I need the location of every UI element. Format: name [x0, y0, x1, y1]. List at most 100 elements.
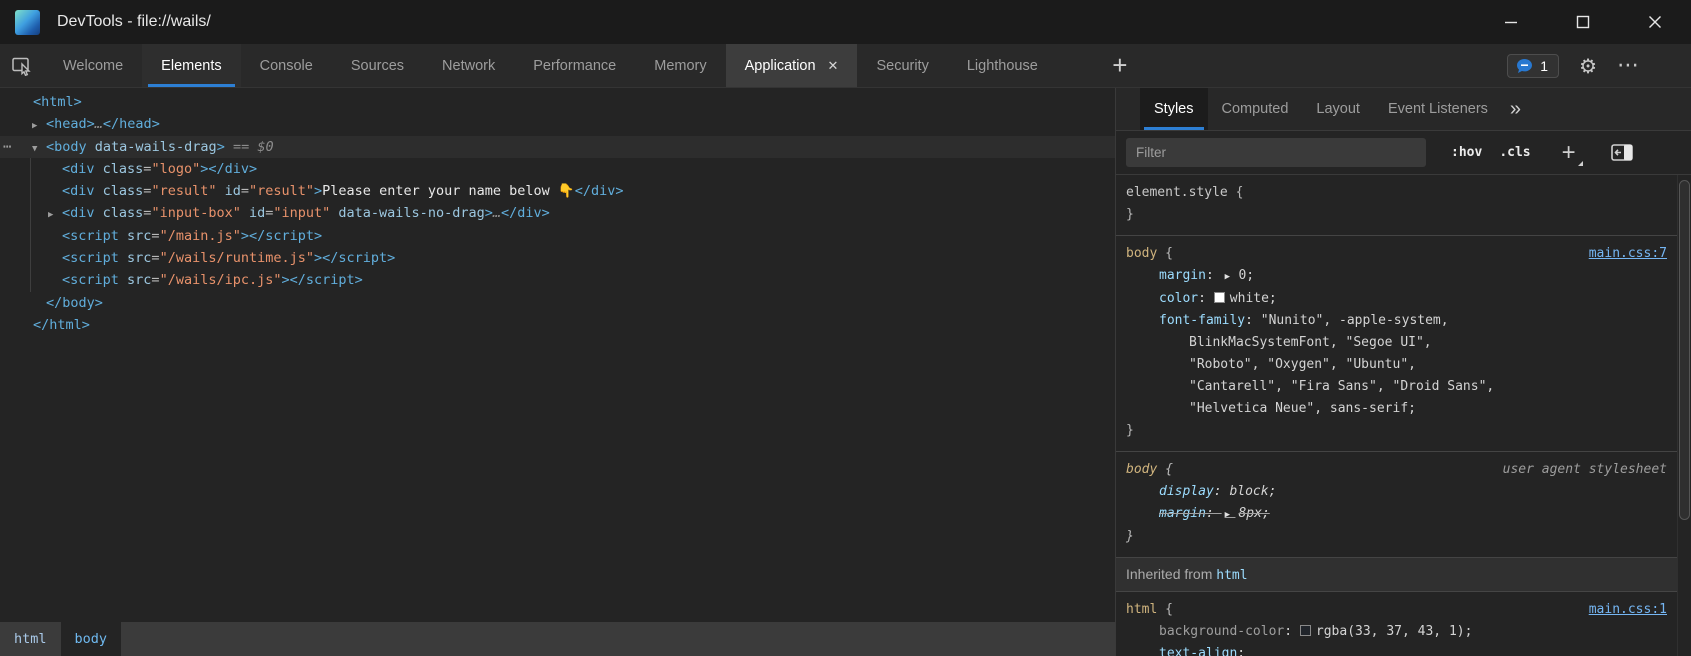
tab-memory[interactable]: Memory — [635, 44, 725, 87]
code-token: </div> — [501, 205, 550, 221]
main-area: <html>▶<head>…</head>⋯▼<body data-wails-… — [0, 88, 1691, 656]
expander-closed-icon[interactable]: ▶ — [32, 115, 46, 137]
sidebar-tab-computed[interactable]: Computed — [1208, 88, 1303, 130]
css-declaration[interactable]: margin: ▶ 0; — [1126, 265, 1667, 288]
css-property-value: rgba(33, 37, 43, 1); — [1316, 624, 1473, 639]
shorthand-expander-icon[interactable]: ▶ — [1222, 272, 1239, 282]
sidebar-tab-layout[interactable]: Layout — [1302, 88, 1374, 130]
tab-network[interactable]: Network — [423, 44, 514, 87]
color-swatch[interactable] — [1214, 292, 1225, 303]
sidebar-tab-event-listeners[interactable]: Event Listeners — [1374, 88, 1502, 130]
computed-sidebar-toggle-button[interactable] — [1611, 144, 1633, 161]
tab-sources[interactable]: Sources — [332, 44, 423, 87]
code-token: = — [151, 272, 159, 288]
style-filter-input[interactable] — [1126, 138, 1426, 167]
close-icon — [1648, 15, 1662, 29]
maximize-button[interactable] — [1547, 0, 1619, 44]
dom-tree-row[interactable]: <div class="logo"></div> — [0, 158, 1115, 180]
expander-closed-icon[interactable]: ▶ — [48, 204, 62, 226]
customize-menu-button[interactable]: ⋯ — [1617, 55, 1639, 77]
dom-tree-row[interactable]: <script src="/wails/runtime.js"></script… — [0, 247, 1115, 269]
css-declaration[interactable]: color: white; — [1126, 288, 1667, 310]
rule-selector: body — [1126, 246, 1157, 261]
rule-selector-row[interactable]: html {main.css:1 — [1126, 599, 1667, 621]
dom-tree-row[interactable]: <script src="/main.js"></script> — [0, 225, 1115, 247]
copilot-notification-badge[interactable]: 1 — [1507, 54, 1559, 78]
css-declaration[interactable]: font-family: "Nunito", -apple-system, — [1126, 310, 1667, 332]
styles-tab-bar: StylesComputedLayoutEvent Listeners » — [1116, 88, 1691, 131]
inherited-node-link[interactable]: html — [1216, 568, 1247, 583]
code-token: </div> — [575, 183, 624, 199]
code-token: class — [95, 183, 144, 199]
style-rule: element.style {} — [1116, 175, 1677, 236]
shorthand-expander-icon[interactable]: ▶ — [1222, 510, 1239, 520]
tab-welcome[interactable]: Welcome — [44, 44, 142, 87]
code-token: </head> — [103, 116, 160, 132]
tab-lighthouse[interactable]: Lighthouse — [948, 44, 1057, 87]
toolbar-right: 1 ⚙ ⋯ — [1507, 44, 1691, 87]
tab-elements[interactable]: Elements — [142, 44, 240, 87]
dom-tree-row[interactable]: ▶<div class="input-box" id="input" data-… — [0, 202, 1115, 224]
css-declaration[interactable]: background-color: rgba(33, 37, 43, 1); — [1126, 621, 1667, 643]
css-property-value: 8px; — [1238, 506, 1269, 521]
code-token: "result" — [249, 183, 314, 199]
css-declaration[interactable]: text-align: — [1126, 643, 1667, 656]
rule-selector-row[interactable]: body { main.css:7 — [1126, 243, 1667, 265]
expander-open-icon[interactable]: ▼ — [32, 138, 46, 160]
css-property-name: margin — [1159, 268, 1206, 283]
tab-performance[interactable]: Performance — [514, 44, 635, 87]
tab-console[interactable]: Console — [241, 44, 332, 87]
css-value-wrap-line: "Helvetica Neue", sans-serif; — [1126, 398, 1667, 420]
dom-tree-row[interactable]: </html> — [0, 314, 1115, 336]
new-style-rule-button[interactable]: + — [1562, 141, 1576, 165]
color-swatch[interactable] — [1300, 625, 1311, 636]
styles-scrollbar[interactable] — [1677, 175, 1691, 656]
css-value-wrap-line: "Cantarell", "Fira Sans", "Droid Sans", — [1126, 376, 1667, 398]
dom-tree-row[interactable]: ▶<head>…</head> — [0, 113, 1115, 135]
tab-close-icon[interactable]: ✕ — [828, 58, 839, 74]
code-token: id — [241, 205, 265, 221]
dom-tree-row[interactable]: <html> — [0, 91, 1115, 113]
rule-selector-row[interactable]: element.style { — [1126, 182, 1667, 204]
code-token: class — [95, 205, 144, 221]
code-token: <html> — [33, 94, 82, 110]
tab-security[interactable]: Security — [857, 44, 947, 87]
breadcrumb-html[interactable]: html — [0, 622, 61, 656]
settings-button[interactable]: ⚙ — [1579, 56, 1597, 76]
code-token: <div — [62, 161, 95, 177]
minimize-button[interactable] — [1475, 0, 1547, 44]
dom-tree-row[interactable]: </body> — [0, 292, 1115, 314]
devtools-app-icon — [15, 10, 40, 35]
close-button[interactable] — [1619, 0, 1691, 44]
css-declaration[interactable]: display: block; — [1126, 481, 1667, 503]
dom-tree-row[interactable]: <div class="result" id="result">Please e… — [0, 180, 1115, 202]
more-tools-button[interactable]: + — [1097, 44, 1143, 87]
breadcrumb-body[interactable]: body — [61, 622, 122, 656]
code-token: class — [95, 161, 144, 177]
colon: : — [1237, 646, 1253, 656]
tab-label: Welcome — [63, 58, 123, 74]
dom-tree-row[interactable]: <script src="/wails/ipc.js"></script> — [0, 269, 1115, 291]
style-rule: html {main.css:1background-color: rgba(3… — [1116, 592, 1677, 656]
dom-tree-row[interactable]: ⋯▼<body data-wails-drag> == $0 — [0, 136, 1115, 158]
stylesheet-link[interactable]: main.css:7 — [1589, 243, 1667, 265]
element-class-toggle[interactable]: .cls — [1499, 145, 1530, 160]
code-token: src — [119, 228, 152, 244]
tab-application[interactable]: Application✕ — [726, 44, 858, 87]
open-brace: { — [1228, 185, 1244, 200]
rule-selector-row[interactable]: body {user agent stylesheet — [1126, 459, 1667, 481]
css-property-name: font-family — [1159, 313, 1245, 328]
styles-tabs: StylesComputedLayoutEvent Listeners — [1140, 88, 1502, 130]
css-property-value: "Nunito", -apple-system, — [1261, 313, 1449, 328]
open-brace: { — [1157, 246, 1173, 261]
sidebar-tabs-overflow-button[interactable]: » — [1510, 88, 1521, 130]
scrollbar-thumb[interactable] — [1679, 180, 1690, 520]
minimize-icon — [1504, 15, 1518, 29]
css-declaration[interactable]: margin: ▶ 8px; — [1126, 503, 1667, 526]
more-actions-icon[interactable]: ⋯ — [3, 136, 12, 158]
pseudo-state-toggle[interactable]: :hov — [1451, 145, 1482, 160]
stylesheet-link[interactable]: main.css:1 — [1589, 599, 1667, 621]
sidebar-tab-styles[interactable]: Styles — [1140, 88, 1208, 130]
code-token: src — [119, 250, 152, 266]
inspect-element-button[interactable] — [0, 44, 44, 87]
